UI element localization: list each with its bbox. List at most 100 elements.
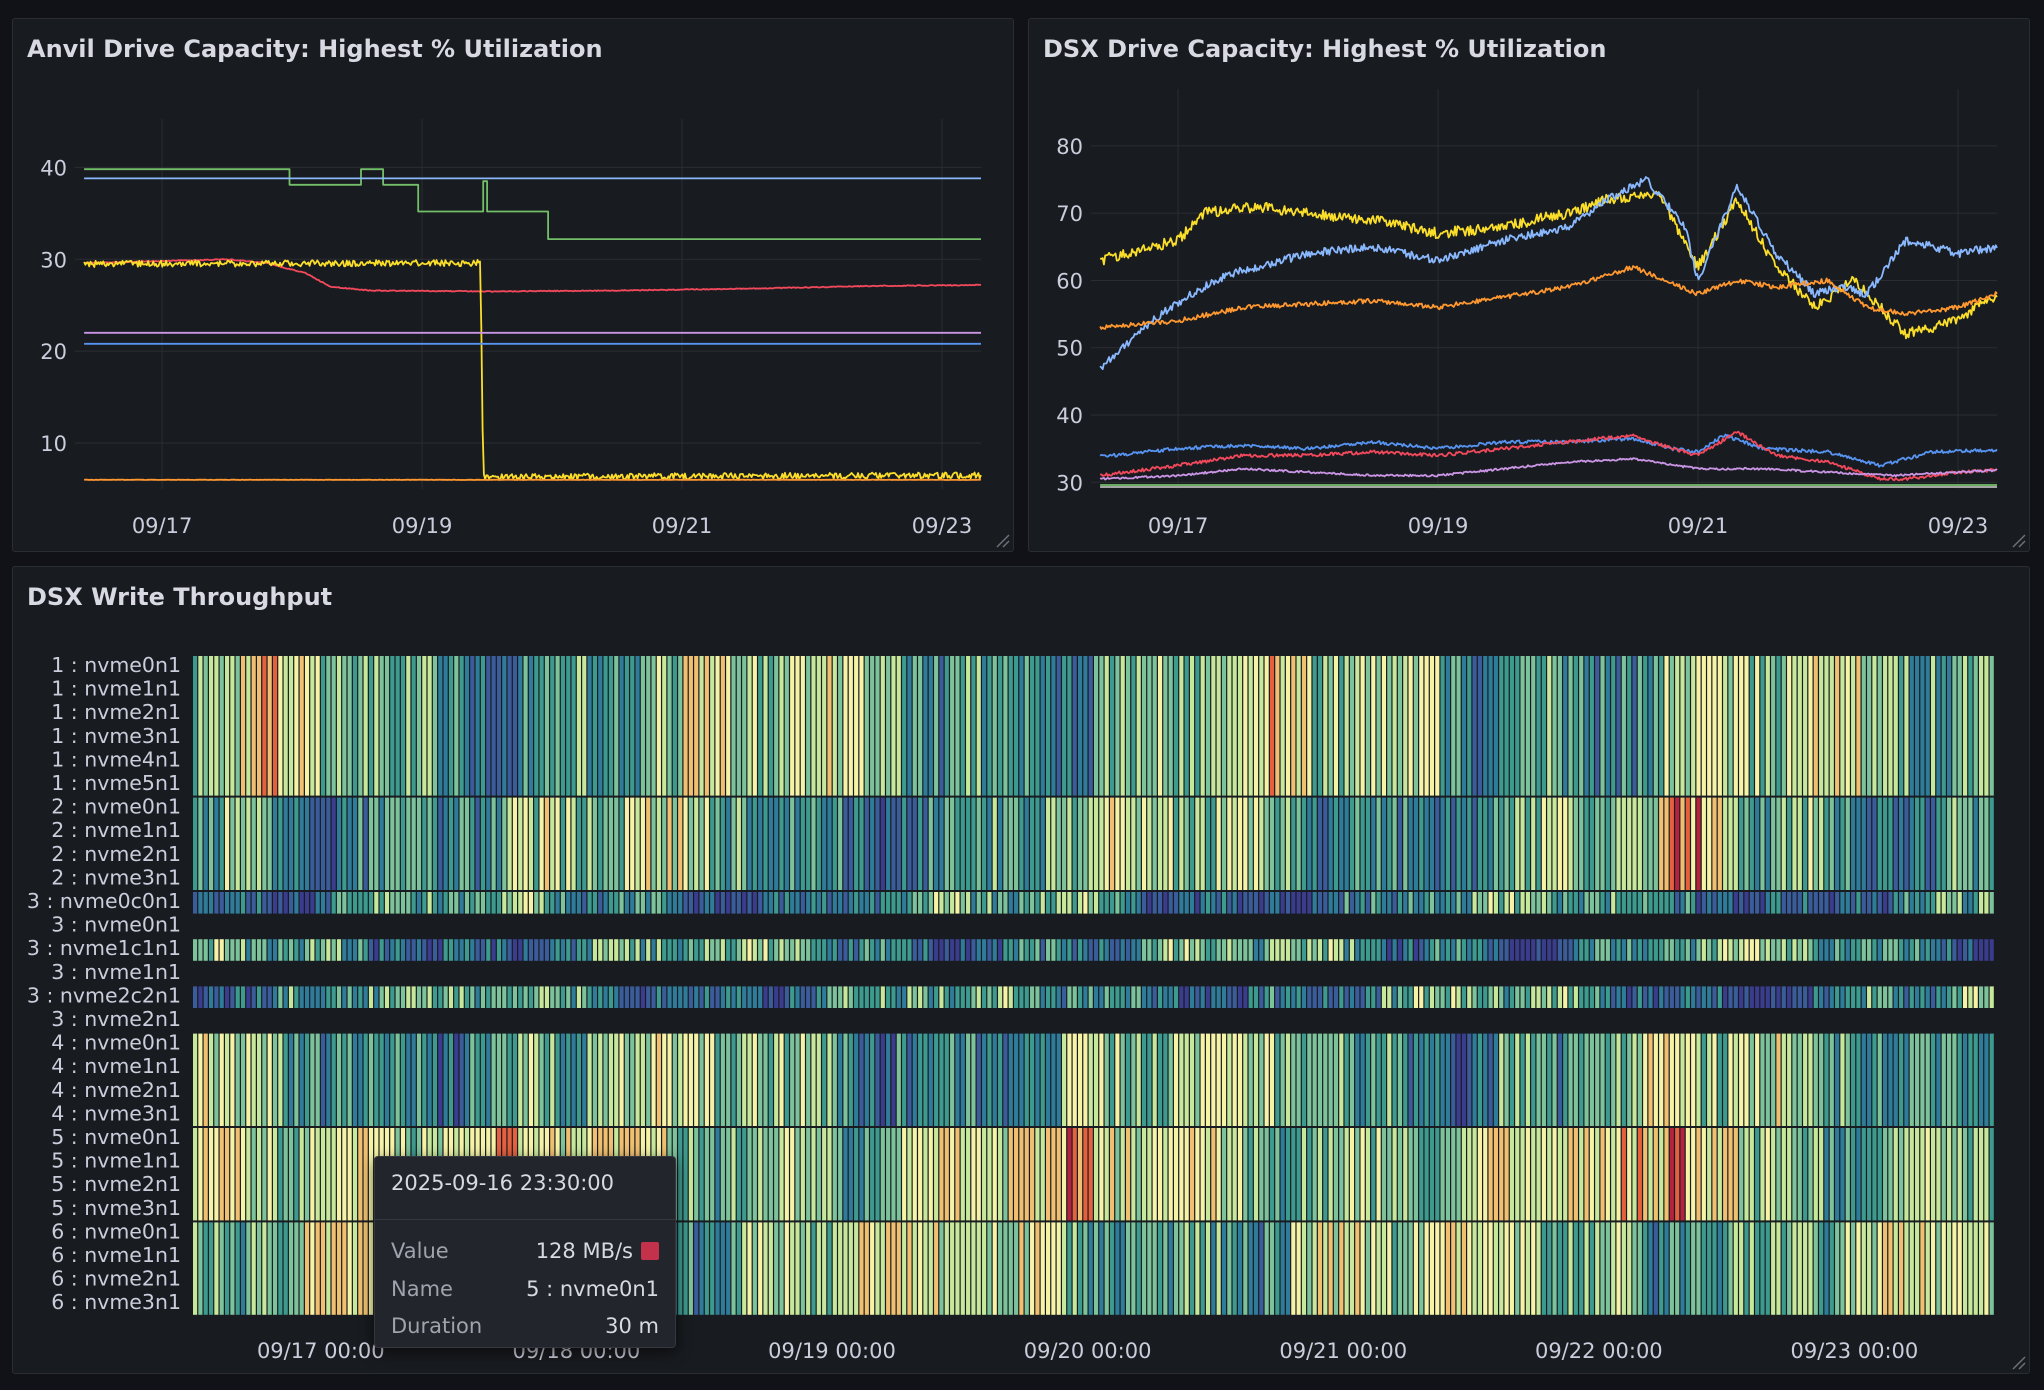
heatmap-cell[interactable] [1323,1222,1328,1315]
heatmap-cell[interactable] [1413,656,1419,796]
heatmap-cell[interactable] [1317,939,1323,961]
heatmap-cell[interactable] [1435,939,1440,961]
heatmap-cell[interactable] [1125,797,1131,890]
heatmap-cell[interactable] [1856,986,1861,1008]
heatmap-cell[interactable] [1365,892,1371,914]
heatmap-cell[interactable] [326,656,331,796]
heatmap-cell[interactable] [1803,797,1808,890]
heatmap-cell[interactable] [224,1128,230,1221]
heatmap-cell[interactable] [1163,1222,1168,1315]
heatmap-cell[interactable] [1221,1128,1227,1221]
heatmap-cell[interactable] [1451,892,1456,914]
heatmap-cell[interactable] [1248,1222,1253,1315]
heatmap-cell[interactable] [1419,656,1424,796]
heatmap-cell[interactable] [1136,656,1141,796]
heatmap-cell[interactable] [203,1128,208,1221]
heatmap-cell[interactable] [934,1222,939,1315]
heatmap-cell[interactable] [1120,939,1125,961]
heatmap-cell[interactable] [576,656,581,796]
heatmap-cell[interactable] [1669,986,1674,1008]
heatmap-cell[interactable] [1467,939,1472,961]
heatmap-cell[interactable] [864,1222,869,1315]
heatmap-cell[interactable] [1014,1128,1019,1221]
heatmap-cell[interactable] [272,939,278,961]
heatmap-cell[interactable] [998,939,1003,961]
heatmap-cell[interactable] [198,986,203,1008]
heatmap-cell[interactable] [1179,656,1184,796]
heatmap-cell[interactable] [1925,939,1930,961]
heatmap-cell[interactable] [1371,1222,1376,1315]
heatmap-cell[interactable] [806,892,811,914]
heatmap-cell[interactable] [1941,939,1946,961]
heatmap-cell[interactable] [1285,939,1291,961]
heatmap-cell[interactable] [1552,656,1557,796]
heatmap-cell[interactable] [470,1033,475,1126]
heatmap-cell[interactable] [1211,892,1216,914]
heatmap-cell[interactable] [1963,797,1968,890]
heatmap-cell[interactable] [891,986,896,1008]
heatmap-cell[interactable] [347,797,352,890]
heatmap-cell[interactable] [1424,986,1429,1008]
heatmap-cell[interactable] [1909,1033,1914,1126]
heatmap-cell[interactable] [288,892,294,914]
heatmap-cell[interactable] [1883,892,1888,914]
heatmap-cell[interactable] [1765,1128,1770,1221]
heatmap-cell[interactable] [560,986,565,1008]
heatmap-cell[interactable] [1349,1033,1355,1126]
heatmap-cell[interactable] [667,1033,672,1126]
heatmap-cell[interactable] [1669,1128,1674,1221]
heatmap-cell[interactable] [1829,797,1834,890]
heatmap-cell[interactable] [1115,986,1120,1008]
heatmap-cell[interactable] [491,892,496,914]
heatmap-cell[interactable] [1653,892,1658,914]
heatmap-cell[interactable] [1259,1222,1264,1315]
heatmap-cell[interactable] [736,656,741,796]
heatmap-cell[interactable] [1072,939,1077,961]
heatmap-cell[interactable] [1792,1222,1797,1315]
heatmap-cell[interactable] [1851,892,1856,914]
heatmap-cell[interactable] [608,1033,613,1126]
heatmap-cell[interactable] [976,986,981,1008]
heatmap-cell[interactable] [1899,656,1904,796]
heatmap-cell[interactable] [1541,1222,1546,1315]
heatmap-cell[interactable] [203,797,208,890]
heatmap-cell[interactable] [251,1128,256,1221]
heatmap-cell[interactable] [1056,1222,1061,1315]
heatmap-cell[interactable] [800,656,805,796]
heatmap-cell[interactable] [843,986,848,1008]
heatmap-cell[interactable] [683,1128,688,1221]
heatmap-cell[interactable] [891,797,896,890]
heatmap-cell[interactable] [507,939,512,961]
heatmap-cell[interactable] [315,986,320,1008]
heatmap-cell[interactable] [571,1033,576,1126]
heatmap-cell[interactable] [1504,1128,1509,1221]
heatmap-cell[interactable] [1744,1222,1749,1315]
heatmap-cell[interactable] [1728,797,1733,890]
heatmap-cell[interactable] [1936,939,1941,961]
heatmap-cell[interactable] [1472,1033,1477,1126]
heatmap-cell[interactable] [1728,892,1733,914]
heatmap-cell[interactable] [379,1033,384,1126]
heatmap-cell[interactable] [1397,939,1403,961]
heatmap-cell[interactable] [1749,986,1754,1008]
heatmap-cell[interactable] [1040,797,1045,890]
heatmap-cell[interactable] [1504,656,1509,796]
heatmap-cell[interactable] [848,939,853,961]
heatmap-cell[interactable] [1824,892,1829,914]
heatmap-cell[interactable] [1536,1128,1541,1221]
heatmap-cell[interactable] [1835,656,1840,796]
heatmap-cell[interactable] [827,1222,832,1315]
heatmap-cell[interactable] [256,656,262,796]
heatmap-cell[interactable] [667,939,672,961]
heatmap-cell[interactable] [283,797,288,890]
heatmap-cell[interactable] [368,656,374,796]
heatmap-cell[interactable] [763,797,768,890]
heatmap-cell[interactable] [219,939,224,961]
heatmap-cell[interactable] [1141,1033,1147,1126]
heatmap-cell[interactable] [294,797,299,890]
heatmap-cell[interactable] [1936,1222,1941,1315]
heatmap-cell[interactable] [1947,939,1952,961]
heatmap-cell[interactable] [1200,656,1205,796]
heatmap-cell[interactable] [1717,1222,1722,1315]
heatmap-cell[interactable] [1840,892,1845,914]
